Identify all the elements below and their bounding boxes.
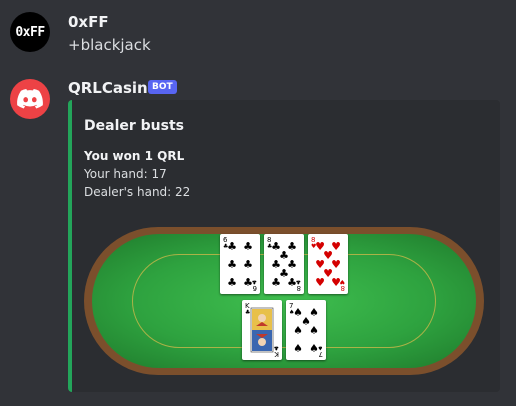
svg-text:♠: ♠ — [309, 324, 319, 337]
svg-text:♣: ♣ — [243, 276, 253, 289]
svg-text:♣: ♣ — [287, 276, 297, 289]
username[interactable]: 0xFF — [68, 13, 109, 31]
svg-text:♣: ♣ — [274, 344, 279, 351]
embed-title: Dealer busts — [84, 118, 184, 134]
dealer-card: 8 ♣ ♣ ♣ ♣ ♣ ♣ ♣ ♣ ♣ 8 ♣ — [264, 234, 304, 294]
message-content: +blackjack — [68, 36, 151, 54]
svg-text:♣: ♣ — [227, 240, 237, 253]
embed-result: You won 1 QRL — [84, 149, 185, 163]
svg-text:♥: ♥ — [331, 276, 341, 289]
bot-avatar[interactable] — [10, 79, 50, 119]
svg-text:♣: ♣ — [252, 278, 257, 285]
svg-text:♠: ♠ — [309, 342, 319, 355]
svg-text:♣: ♣ — [271, 276, 281, 289]
user-avatar[interactable]: 0xFF — [10, 12, 50, 52]
svg-text:♣: ♣ — [227, 276, 237, 289]
player-card: K ♣ K ♣ — [242, 300, 282, 360]
discord-logo-icon — [17, 89, 43, 109]
svg-text:♠: ♠ — [318, 344, 323, 351]
blackjack-table-image: 6 ♣ ♣ ♣ ♣ ♣ ♣ ♣ 6 ♣ 8 ♣ ♣ ♣ ♣ ♣ ♣ ♣ ♣ ♣ 8 ♣ 8 ♥ ♥ ♥ ♥ ♥… — [84, 227, 490, 385]
embed: Dealer busts You won 1 QRL Your hand: 17… — [68, 100, 500, 392]
svg-text:♣: ♣ — [296, 278, 301, 285]
svg-text:♥: ♥ — [315, 276, 325, 289]
dealer-card: 6 ♣ ♣ ♣ ♣ ♣ ♣ ♣ 6 ♣ — [220, 234, 260, 294]
svg-text:♣: ♣ — [245, 309, 250, 316]
svg-text:♣: ♣ — [243, 240, 253, 253]
bot-badge: BOT — [148, 80, 177, 94]
embed-your-hand: Your hand: 17 — [84, 167, 167, 181]
svg-text:♠: ♠ — [293, 324, 303, 337]
dealer-card: 8 ♥ ♥ ♥ ♥ ♥ ♥ ♥ ♥ ♥ 8 ♥ — [308, 234, 348, 294]
svg-text:♥: ♥ — [340, 278, 345, 285]
svg-text:♣: ♣ — [227, 258, 237, 271]
bot-username[interactable]: QRLCasino — [68, 79, 158, 97]
svg-text:♣: ♣ — [243, 258, 253, 271]
player-card: 7 ♠ ♠ ♠ ♠ ♠ ♠ ♠ ♠ 7 ♠ — [286, 300, 326, 360]
svg-text:♠: ♠ — [293, 342, 303, 355]
embed-dealer-hand: Dealer's hand: 22 — [84, 185, 191, 199]
